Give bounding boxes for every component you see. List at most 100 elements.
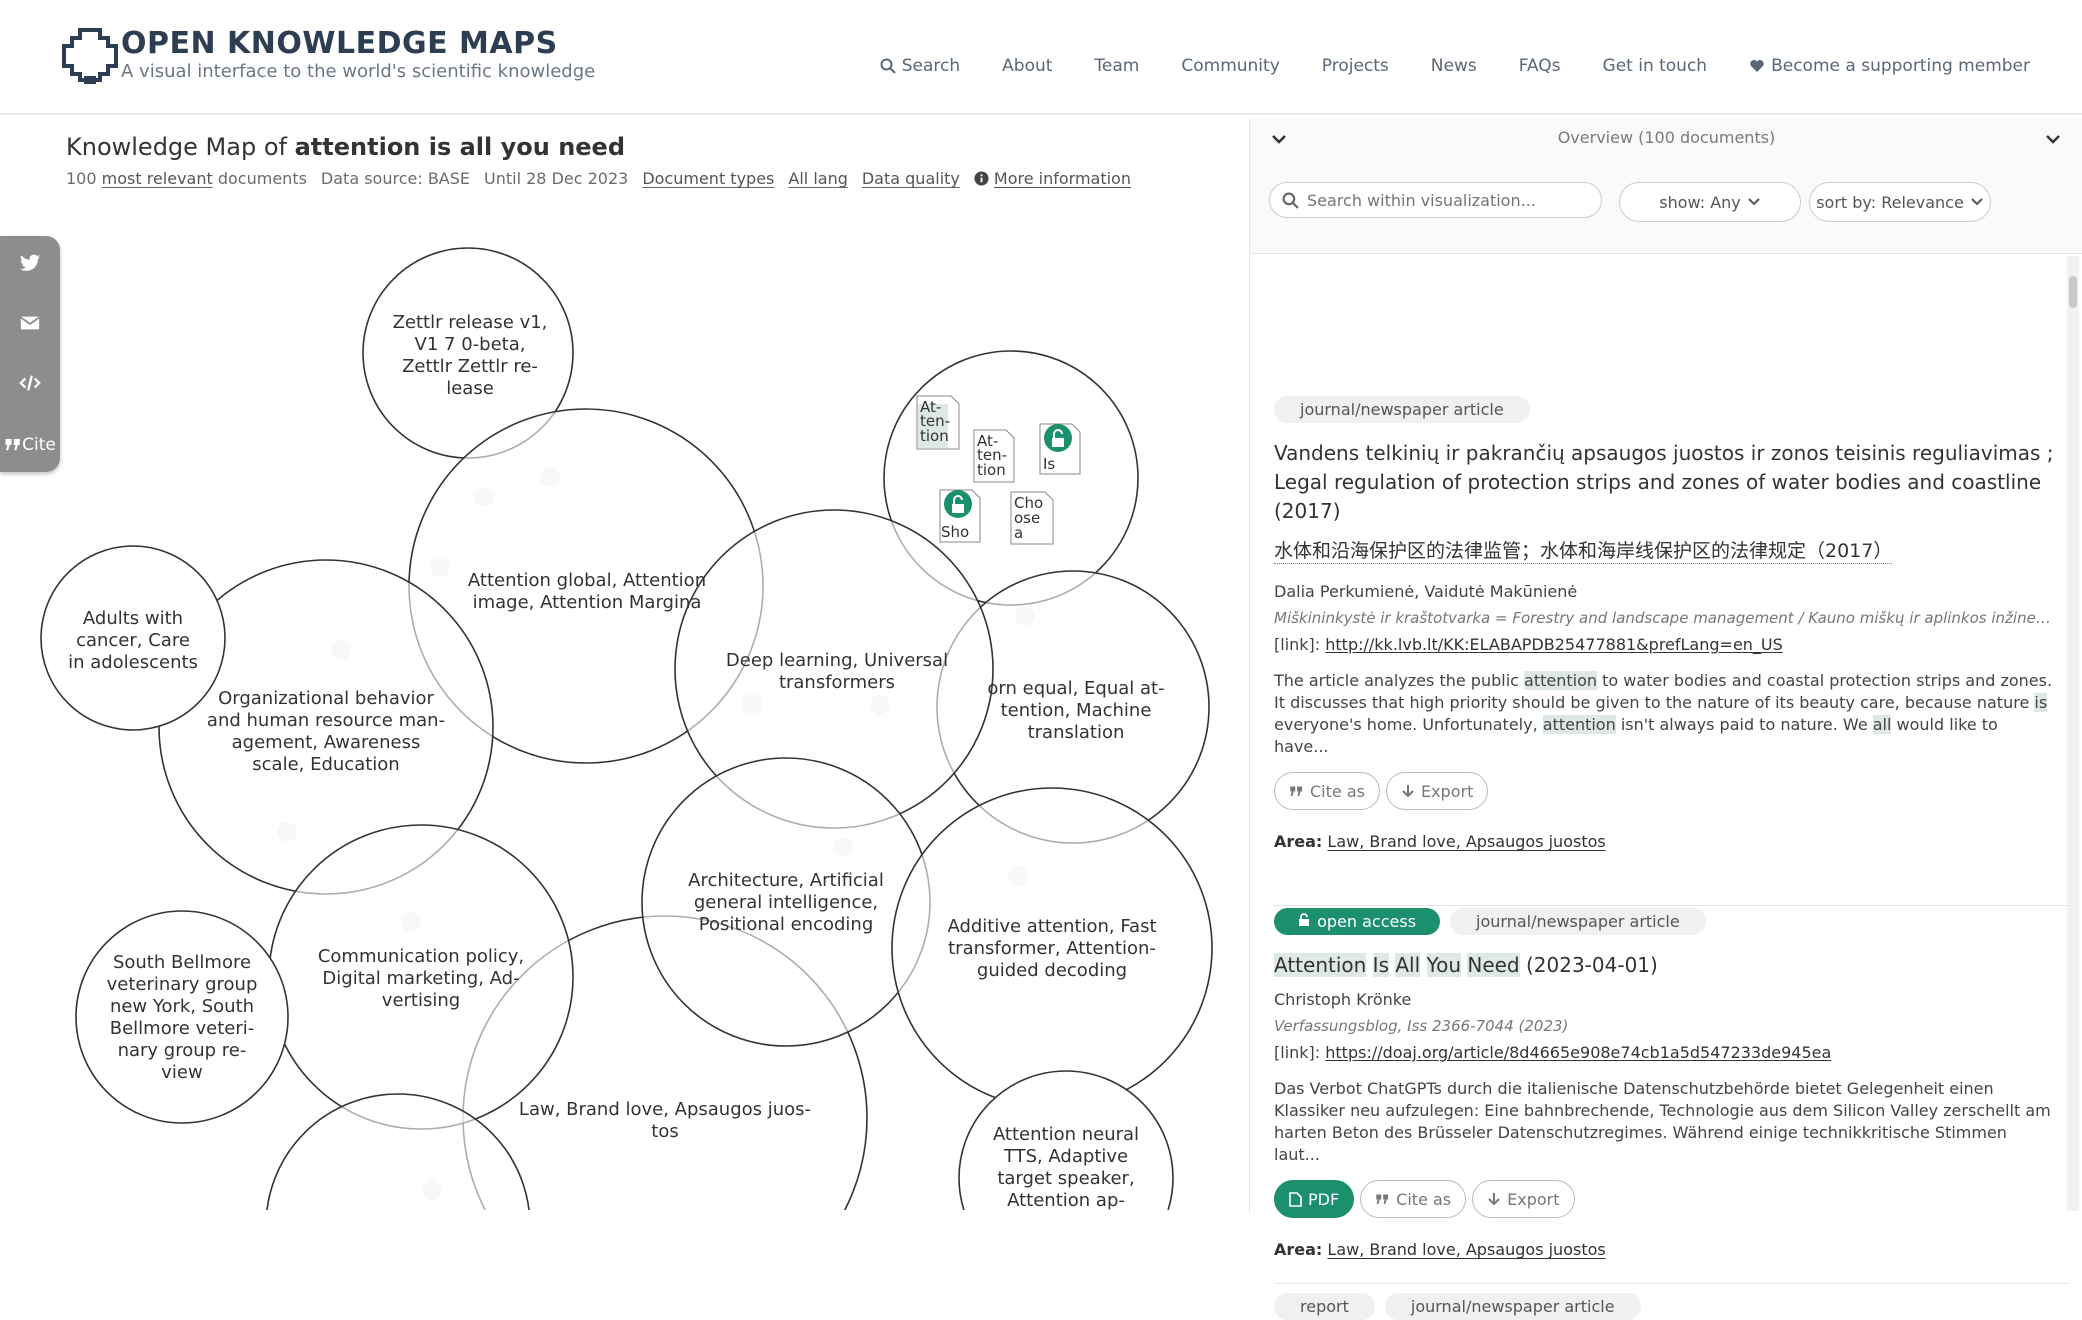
nav-about[interactable]: About <box>1002 56 1052 76</box>
email-share-button[interactable] <box>0 298 60 348</box>
document-authors: Dalia Perkumienė, Vaidutė Makūnienė <box>1274 582 1578 601</box>
document-item[interactable]: journal/newspaper article Vandens telkin… <box>1274 396 2054 851</box>
paper-icon[interactable]: At-ten-tion <box>973 429 1015 483</box>
document-title[interactable]: Vandens telkinių ir pakrančių apsaugos j… <box>1274 439 2054 526</box>
site-title[interactable]: OPEN KNOWLEDGE MAPS <box>121 26 558 61</box>
abstract-text: The article analyzes the public <box>1274 671 1525 690</box>
logo-icon[interactable] <box>62 26 118 84</box>
nav-team[interactable]: Team <box>1094 56 1139 76</box>
document-link-row: [link]: http://kk.lvb.lt/KK:ELABAPDB2547… <box>1274 635 2054 654</box>
map-metadata: 100 most relevant documents Data source:… <box>66 169 1131 188</box>
doc-type-tag: report <box>1274 1293 1375 1320</box>
document-item[interactable]: report journal/newspaper article <box>1274 1293 2054 1320</box>
search-within-box <box>1269 182 1602 218</box>
paper-icon[interactable]: Choosea <box>1010 491 1054 545</box>
document-venue: Verfassungsblog, Iss 2366-7044 (2023) <box>1274 1017 1569 1035</box>
document-link[interactable]: https://doaj.org/article/8d4665e908e74cb… <box>1325 1043 1831 1062</box>
divider <box>1274 1283 2070 1284</box>
documents-label: documents <box>217 169 307 188</box>
cite-as-button[interactable]: Cite as <box>1274 772 1380 810</box>
nav-projects[interactable]: Projects <box>1322 56 1389 76</box>
link-prefix: [link]: <box>1274 1043 1321 1062</box>
cite-as-button[interactable]: Cite as <box>1360 1180 1467 1218</box>
bubble-label[interactable]: Architecture, Artificial general intellig… <box>688 870 884 935</box>
info-icon <box>974 171 989 186</box>
paper-icon[interactable]: Sho <box>939 489 981 543</box>
embed-button[interactable] <box>0 358 60 408</box>
quote-icon <box>1376 1194 1389 1204</box>
show-filter-label: show: Any <box>1659 192 1741 212</box>
show-filter-dropdown[interactable]: show: Any <box>1619 182 1801 222</box>
document-item[interactable]: open access journal/newspaper article At… <box>1274 908 2054 1259</box>
svg-text:tion: tion <box>977 461 1006 479</box>
nav-contact[interactable]: Get in touch <box>1603 56 1708 76</box>
pdf-button[interactable]: PDF <box>1274 1180 1355 1218</box>
abstract-highlight: is <box>2034 693 2048 712</box>
nav-search-label: Search <box>901 56 961 76</box>
export-label: Export <box>1420 781 1474 801</box>
doc-type-tag: journal/newspaper article <box>1384 1293 1641 1320</box>
site-subtitle: A visual interface to the world's scient… <box>121 61 596 82</box>
document-title[interactable]: Attention Is All You Need (2023-04-01) <box>1274 951 2054 980</box>
abstract-highlight: attention <box>1542 715 1616 734</box>
sort-label: sort by: Relevance <box>1816 192 1964 212</box>
abstract-text: everyone's home. Unfortunately, <box>1274 715 1543 734</box>
nav-member-label: Become a supporting member <box>1771 56 2030 76</box>
language-link[interactable]: All lang <box>788 169 847 188</box>
export-button[interactable]: Export <box>1385 772 1489 810</box>
bubble-label[interactable]: Attention global, Attention image, Attent… <box>468 570 706 613</box>
sort-dropdown[interactable]: sort by: Relevance <box>1809 182 1991 222</box>
area-link[interactable]: Law, Brand love, Apsaugos juostos <box>1327 1240 1605 1259</box>
document-abstract: Das Verbot ChatGPTs durch die italienisc… <box>1274 1079 2051 1164</box>
cite-button[interactable]: Cite <box>0 420 60 470</box>
most-relevant-link[interactable]: most relevant <box>102 169 213 188</box>
svg-text:a: a <box>1014 524 1023 542</box>
map-title-prefix: Knowledge Map of <box>66 133 295 161</box>
share-sidebar: Cite <box>0 236 60 472</box>
chevron-down-icon[interactable] <box>2044 130 2062 148</box>
nav-community[interactable]: Community <box>1181 56 1279 76</box>
paper-icon[interactable]: Is <box>1039 423 1081 475</box>
nav-search[interactable]: Search <box>880 56 960 76</box>
site-header: OPEN KNOWLEDGE MAPS A visual interface t… <box>0 0 2082 115</box>
export-label: Export <box>1507 1189 1560 1209</box>
nav-news[interactable]: News <box>1431 56 1477 76</box>
document-types-link[interactable]: Document types <box>642 169 774 188</box>
document-authors: Christoph Krönke <box>1274 990 1412 1009</box>
overview-label[interactable]: Overview (100 documents) <box>1250 128 2082 147</box>
bubble-label[interactable]: Additive attention, Fast transformer, Att… <box>947 916 1156 981</box>
document-link[interactable]: http://kk.lvb.lt/KK:ELABAPDB25477881&pre… <box>1325 635 1783 654</box>
document-venue: Miškininkystė ir kraštotvarka = Forestry… <box>1274 609 2054 627</box>
abstract-highlight: all <box>1872 715 1892 734</box>
document-abstract: The article analyzes the public attentio… <box>1274 670 2054 758</box>
open-access-label: open access <box>1317 912 1417 931</box>
twitter-icon <box>19 254 41 271</box>
area-label: Area: <box>1274 832 1323 851</box>
panel-scrollbar[interactable] <box>2067 256 2079 1211</box>
abstract-highlight: attention <box>1524 671 1597 690</box>
unlock-icon <box>1299 913 1309 926</box>
envelope-icon <box>20 316 40 330</box>
bubble-label[interactable]: Adults with cancer, Care in adolescents <box>68 608 198 673</box>
paper-icon[interactable]: At-ten-tion <box>916 395 960 450</box>
document-area: Area: Law, Brand love, Apsaugos juostos <box>1274 1240 2054 1259</box>
document-title-translation: 水体和沿海保护区的法律监管；水体和海岸线保护区的法律规定（2017） <box>1274 536 1893 564</box>
title-date: (2023-04-01) <box>1519 953 1658 977</box>
data-quality-link[interactable]: Data quality <box>862 169 960 188</box>
scroll-thumb[interactable] <box>2069 276 2077 308</box>
export-button[interactable]: Export <box>1472 1180 1575 1218</box>
cite-label: Cite <box>22 435 56 455</box>
search-within-input[interactable] <box>1305 189 1589 211</box>
bubble-south-bellmore[interactable] <box>75 910 289 1124</box>
title-highlight: All <box>1395 953 1421 977</box>
document-area: Area: Law, Brand love, Apsaugos juostos <box>1274 832 2054 851</box>
quote-icon <box>5 439 20 451</box>
area-link[interactable]: Law, Brand love, Apsaugos juostos <box>1327 832 1605 851</box>
more-info-link[interactable]: More information <box>974 169 1131 188</box>
nav-member[interactable]: Become a supporting member <box>1749 56 2030 76</box>
twitter-share-button[interactable] <box>0 238 60 288</box>
heart-icon <box>1750 60 1764 72</box>
arrow-down-icon <box>1402 785 1414 798</box>
nav-faqs[interactable]: FAQs <box>1519 56 1561 76</box>
top-navigation: Search About Team Community Projects New… <box>880 56 2030 76</box>
